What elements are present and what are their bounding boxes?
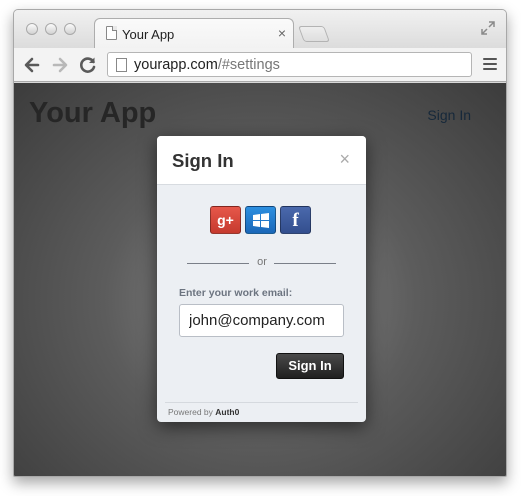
powered-by: Powered by Auth0	[168, 407, 239, 417]
page-icon	[116, 58, 127, 72]
window-close-button[interactable]	[26, 23, 38, 35]
windows-signin-button[interactable]	[245, 206, 276, 234]
divider-line	[274, 263, 336, 264]
page-viewport: Your App Sign In Sign In × g+ f or Enter…	[14, 83, 506, 476]
powered-brand[interactable]: Auth0	[215, 407, 239, 417]
header-signin-link[interactable]: Sign In	[427, 107, 471, 123]
reload-icon[interactable]	[77, 54, 99, 76]
url-domain: yourapp.com	[134, 57, 218, 73]
signin-modal: Sign In × g+ f or Enter your work email:…	[157, 136, 366, 422]
divider-line	[187, 263, 249, 264]
url-text: yourapp.com/#settings	[134, 57, 280, 73]
signin-submit-button[interactable]: Sign In	[276, 353, 344, 379]
modal-title: Sign In	[172, 150, 234, 171]
browser-toolbar: yourapp.com/#settings	[14, 48, 506, 82]
windows-icon	[253, 213, 269, 228]
tab-close-icon[interactable]: ×	[278, 25, 286, 41]
footer-divider	[165, 402, 358, 403]
back-arrow-icon[interactable]	[21, 54, 43, 76]
tab-title: Your App	[122, 27, 175, 42]
url-path: /#settings	[217, 57, 280, 73]
facebook-signin-button[interactable]: f	[280, 206, 311, 234]
browser-window: Your App × yourapp.com/#settings Your Ap…	[13, 9, 507, 477]
title-bar: Your App ×	[14, 10, 506, 49]
divider-or: or	[257, 256, 267, 268]
google-signin-button[interactable]: g+	[210, 206, 241, 234]
menu-icon[interactable]	[483, 58, 497, 70]
forward-arrow-icon[interactable]	[49, 54, 71, 76]
window-minimize-button[interactable]	[45, 23, 57, 35]
page-icon	[106, 26, 117, 40]
close-icon[interactable]: ×	[339, 149, 350, 169]
powered-prefix: Powered by	[168, 407, 213, 417]
fullscreen-icon[interactable]	[480, 20, 496, 36]
app-logo-text: Your App	[29, 97, 157, 129]
address-bar[interactable]: yourapp.com/#settings	[107, 52, 472, 77]
browser-tab[interactable]: Your App ×	[94, 18, 294, 49]
window-maximize-button[interactable]	[64, 23, 76, 35]
modal-header: Sign In ×	[157, 136, 366, 185]
email-field[interactable]	[179, 304, 344, 337]
email-label: Enter your work email:	[179, 287, 293, 299]
new-tab-button[interactable]	[298, 26, 330, 42]
